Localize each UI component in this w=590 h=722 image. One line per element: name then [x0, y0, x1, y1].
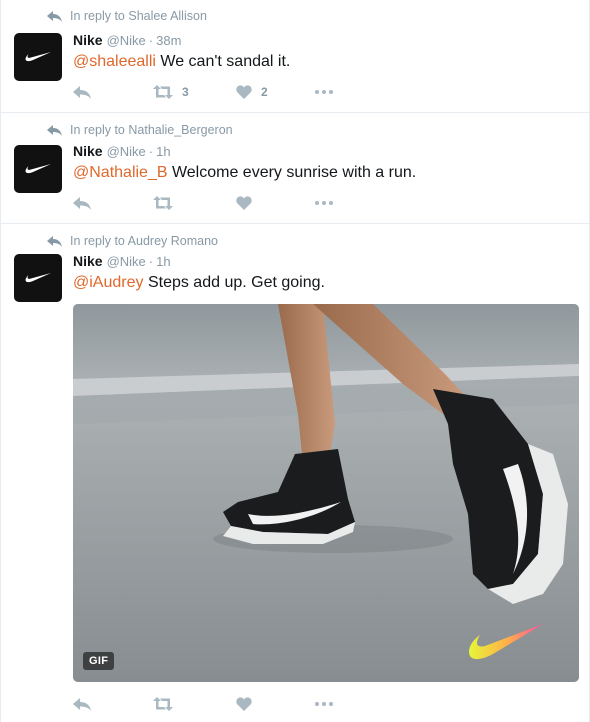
gif-media[interactable]: GIF: [73, 304, 579, 682]
retweet-button[interactable]: [153, 694, 182, 714]
more-dots-icon: [315, 702, 333, 706]
avatar[interactable]: [14, 145, 62, 193]
reply-context[interactable]: In reply to Audrey Romano: [47, 233, 218, 249]
reply-button[interactable]: [73, 694, 91, 714]
reply-icon: [73, 85, 91, 99]
reply-button[interactable]: [73, 82, 91, 102]
author-name[interactable]: Nike: [73, 143, 103, 159]
like-button[interactable]: 2: [236, 82, 268, 102]
tweet[interactable]: In reply to Shalee Allison Nike @Nike · …: [1, 0, 589, 113]
more-dots-icon: [315, 90, 333, 94]
reply-icon: [73, 196, 91, 210]
like-count: 2: [261, 85, 268, 99]
mention-link[interactable]: @Nathalie_B: [73, 164, 168, 181]
tweet-header: Nike @Nike · 1h: [73, 253, 171, 271]
timestamp[interactable]: 1h: [156, 254, 170, 269]
author-handle[interactable]: @Nike: [107, 33, 146, 48]
reply-arrow-icon: [47, 235, 62, 247]
gif-badge: GIF: [83, 652, 115, 670]
author-handle[interactable]: @Nike: [107, 144, 146, 159]
heart-icon: [236, 85, 252, 99]
reply-context-text: In reply to Shalee Allison: [70, 9, 207, 23]
author-handle[interactable]: @Nike: [107, 254, 146, 269]
more-button[interactable]: [315, 694, 333, 714]
retweet-icon: [153, 196, 173, 210]
reply-arrow-icon: [47, 124, 62, 136]
reply-arrow-icon: [47, 10, 62, 22]
like-button[interactable]: [236, 193, 261, 213]
tweet-header: Nike @Nike · 1h: [73, 143, 171, 161]
tweet[interactable]: In reply to Audrey Romano Nike @Nike · 1…: [1, 224, 589, 722]
nike-swoosh-logo: [25, 273, 51, 283]
reply-button[interactable]: [73, 193, 91, 213]
running-shoes-image: [73, 304, 579, 682]
retweet-button[interactable]: [153, 193, 182, 213]
retweet-button[interactable]: 3: [153, 82, 189, 102]
tweet-body: Steps add up. Get going.: [143, 274, 325, 291]
like-button[interactable]: [236, 694, 261, 714]
nike-swoosh-logo: [25, 164, 51, 174]
separator: ·: [148, 33, 154, 48]
reply-icon: [73, 697, 91, 711]
tweet-body: Welcome every sunrise with a run.: [167, 164, 417, 181]
retweet-icon: [153, 85, 173, 99]
separator: ·: [148, 254, 154, 269]
heart-icon: [236, 697, 252, 711]
timestamp[interactable]: 38m: [156, 33, 181, 48]
reply-context-text: In reply to Nathalie_Bergeron: [70, 123, 233, 137]
heart-icon: [236, 196, 252, 210]
mention-link[interactable]: @iAudrey: [73, 274, 144, 291]
author-name[interactable]: Nike: [73, 253, 103, 269]
tweet-header: Nike @Nike · 38m: [73, 32, 181, 50]
nike-swoosh-logo: [25, 52, 51, 62]
timeline: In reply to Shalee Allison Nike @Nike · …: [0, 0, 590, 722]
tweet-text: @shaleealli We can't sandal it.: [73, 52, 290, 72]
mention-link[interactable]: @shaleealli: [73, 53, 156, 70]
avatar[interactable]: [14, 254, 62, 302]
tweet-text: @Nathalie_B Welcome every sunrise with a…: [73, 163, 416, 183]
more-dots-icon: [315, 201, 333, 205]
more-button[interactable]: [315, 193, 333, 213]
reply-context[interactable]: In reply to Shalee Allison: [47, 8, 207, 24]
retweet-icon: [153, 697, 173, 711]
timestamp[interactable]: 1h: [156, 144, 170, 159]
author-name[interactable]: Nike: [73, 32, 103, 48]
tweet[interactable]: In reply to Nathalie_Bergeron Nike @Nike…: [1, 113, 589, 224]
more-button[interactable]: [315, 82, 333, 102]
tweet-body: We can't sandal it.: [155, 53, 291, 70]
reply-context[interactable]: In reply to Nathalie_Bergeron: [47, 122, 233, 138]
separator: ·: [148, 144, 154, 159]
tweet-text: @iAudrey Steps add up. Get going.: [73, 273, 325, 293]
reply-context-text: In reply to Audrey Romano: [70, 234, 218, 248]
retweet-count: 3: [182, 85, 189, 99]
avatar[interactable]: [14, 33, 62, 81]
